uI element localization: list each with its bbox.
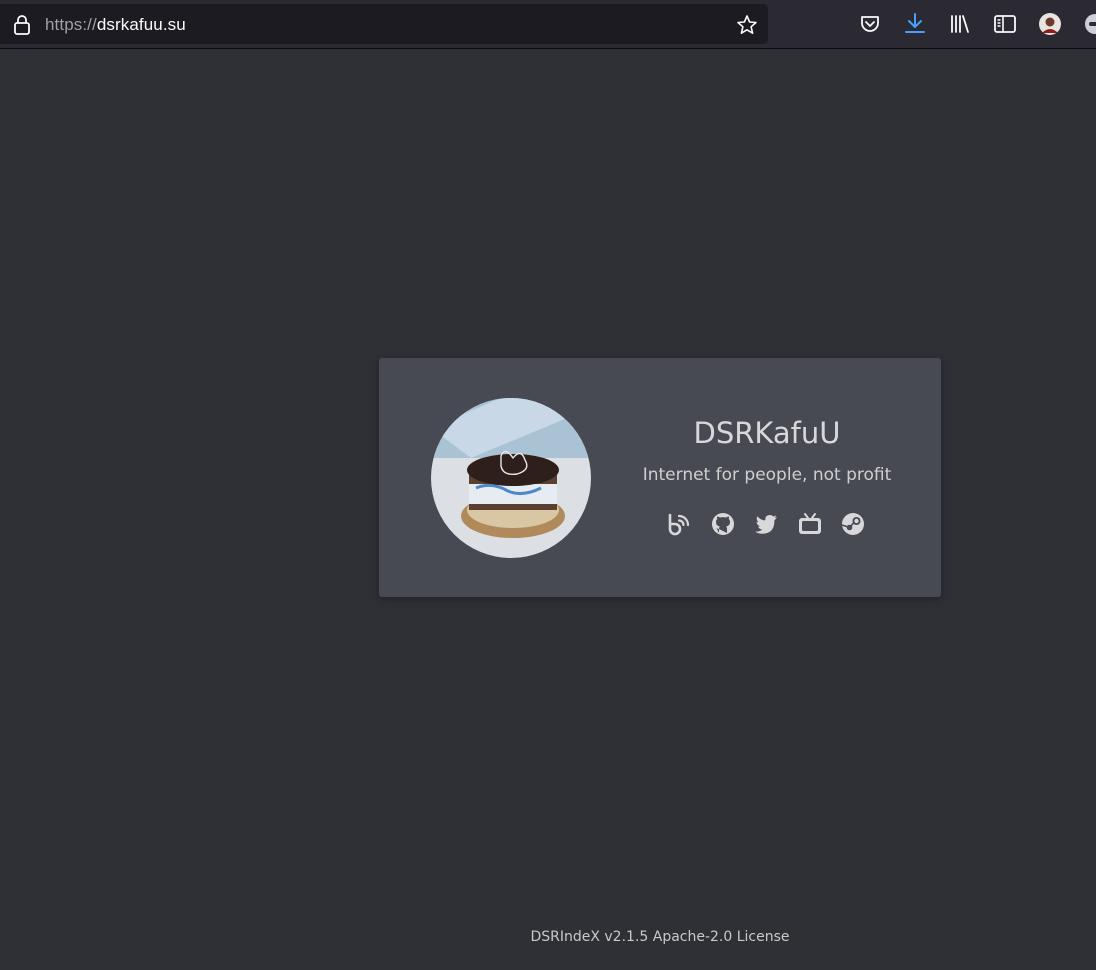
url-scheme: https:// bbox=[45, 15, 97, 34]
browser-toolbar: https://dsrkafuu.su bbox=[0, 0, 1096, 49]
url-text[interactable]: https://dsrkafuu.su bbox=[45, 15, 186, 35]
profile-card: DSRKafuU Internet for people, not profit bbox=[379, 358, 941, 597]
downloads-icon[interactable] bbox=[903, 12, 927, 36]
lock-icon[interactable] bbox=[12, 14, 32, 36]
twitter-link[interactable] bbox=[753, 511, 781, 539]
social-links bbox=[665, 511, 875, 541]
sidebar-icon[interactable] bbox=[993, 12, 1017, 36]
profile-tagline: Internet for people, not profit bbox=[642, 465, 892, 485]
address-bar[interactable]: https://dsrkafuu.su bbox=[0, 4, 768, 44]
bilibili-link[interactable] bbox=[797, 511, 825, 539]
pocket-icon[interactable] bbox=[858, 12, 882, 36]
blog-link[interactable] bbox=[665, 511, 693, 539]
github-link[interactable] bbox=[710, 511, 738, 539]
footer-license: DSRIndeX v2.1.5 Apache-2.0 License bbox=[530, 929, 790, 945]
library-icon[interactable] bbox=[948, 12, 972, 36]
steam-icon bbox=[841, 513, 864, 535]
bilibili-tv-icon bbox=[799, 513, 821, 534]
profile-name: DSRKafuU bbox=[693, 416, 841, 450]
bookmark-star-icon[interactable] bbox=[736, 14, 758, 36]
extension-icon[interactable] bbox=[1083, 12, 1096, 36]
url-host: dsrkafuu.su bbox=[96, 15, 186, 34]
steam-link[interactable] bbox=[840, 511, 868, 539]
account-avatar[interactable] bbox=[1038, 12, 1062, 36]
twitter-icon bbox=[755, 515, 777, 534]
profile-avatar bbox=[431, 398, 591, 558]
blog-icon bbox=[668, 513, 690, 536]
github-icon bbox=[712, 513, 734, 535]
